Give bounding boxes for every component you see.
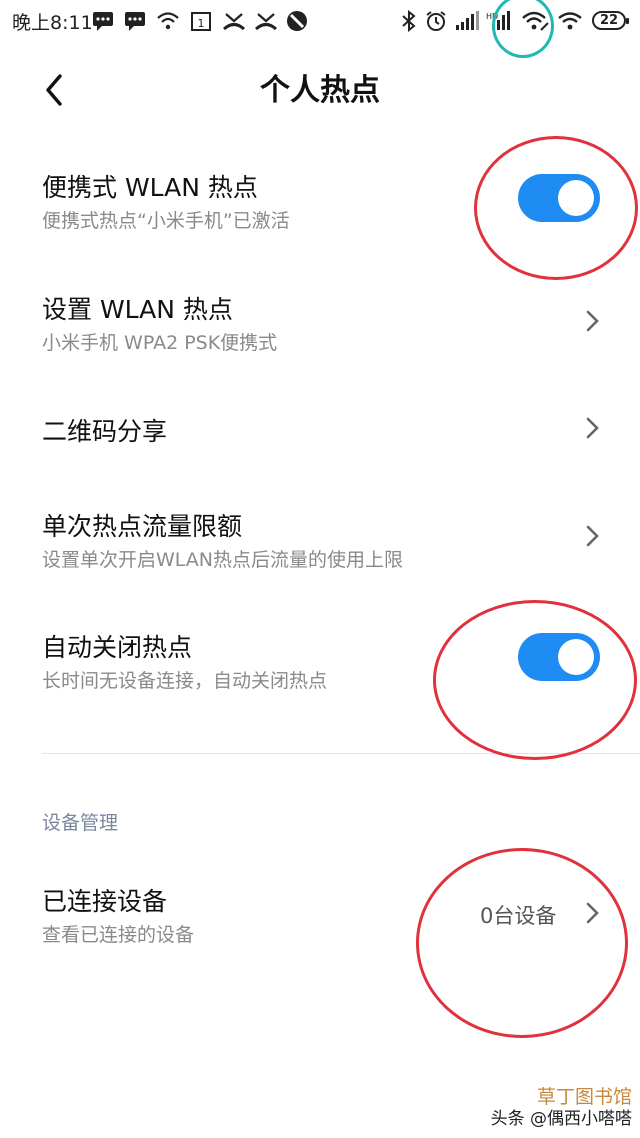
alarm-icon bbox=[426, 11, 446, 31]
section-header-device-management: 设备管理 bbox=[42, 812, 119, 834]
message-icon bbox=[93, 12, 113, 31]
toggle-knob bbox=[558, 639, 594, 675]
item-title: 自动关闭热点 bbox=[42, 633, 193, 662]
watermark-line-1: 草丁图书馆 bbox=[536, 1086, 632, 1108]
signal-icon: HD bbox=[486, 11, 510, 30]
item-title: 已连接设备 bbox=[42, 887, 168, 916]
page-title: 个人热点 bbox=[260, 73, 380, 108]
block-icon bbox=[287, 11, 307, 31]
item-subtitle: 便携式热点“小米手机”已激活 bbox=[42, 210, 290, 232]
missed-call-icon bbox=[254, 13, 278, 31]
list-item-configure-hotspot[interactable]: 设置 WLAN 热点 小米手机 WPA2 PSK便携式 bbox=[0, 280, 640, 360]
list-item-auto-off[interactable]: 自动关闭热点 长时间无设备连接，自动关闭热点 bbox=[0, 616, 640, 696]
status-time: 晚上8:11 bbox=[12, 12, 93, 34]
svg-text:1: 1 bbox=[198, 17, 205, 30]
item-subtitle: 长时间无设备连接，自动关闭热点 bbox=[42, 670, 328, 692]
chevron-right-icon bbox=[586, 525, 599, 547]
list-item-data-limit[interactable]: 单次热点流量限额 设置单次开启WLAN热点后流量的使用上限 bbox=[0, 495, 640, 575]
list-item-portable-hotspot[interactable]: 便携式 WLAN 热点 便携式热点“小米手机”已激活 bbox=[0, 158, 640, 238]
watermark-line-2: 头条 @偶西小嗒嗒 bbox=[490, 1109, 632, 1129]
calendar-icon: 1 bbox=[191, 12, 211, 31]
item-subtitle: 设置单次开启WLAN热点后流量的使用上限 bbox=[42, 549, 404, 571]
status-bar: 晚上8:11 1 HD 22 bbox=[0, 0, 640, 58]
item-title: 单次热点流量限额 bbox=[42, 512, 243, 541]
chevron-right-icon bbox=[586, 417, 599, 439]
wifi-icon bbox=[157, 12, 179, 30]
auto-off-toggle[interactable] bbox=[518, 633, 600, 681]
chevron-right-icon bbox=[586, 902, 599, 924]
toggle-knob bbox=[558, 180, 594, 216]
missed-call-icon bbox=[222, 13, 246, 31]
chevron-right-icon bbox=[586, 310, 599, 332]
item-title: 二维码分享 bbox=[42, 417, 168, 446]
item-subtitle: 查看已连接的设备 bbox=[42, 924, 195, 946]
portable-hotspot-toggle[interactable] bbox=[518, 174, 600, 222]
signal-icon bbox=[456, 11, 479, 30]
battery-icon: 22 bbox=[592, 11, 629, 30]
svg-text:HD: HD bbox=[486, 12, 498, 21]
connected-device-count: 0台设备 bbox=[480, 904, 557, 928]
hotspot-wifi-icon bbox=[522, 11, 549, 31]
item-title: 便携式 WLAN 热点 bbox=[42, 173, 258, 202]
watermark: 草丁图书馆 头条 @偶西小嗒嗒 bbox=[491, 1086, 632, 1130]
message-icon bbox=[125, 12, 145, 31]
list-item-connected-devices[interactable]: 已连接设备 查看已连接的设备 0台设备 bbox=[0, 870, 640, 950]
divider bbox=[42, 753, 640, 754]
list-item-qr-share[interactable]: 二维码分享 bbox=[0, 400, 640, 460]
item-title: 设置 WLAN 热点 bbox=[42, 295, 233, 324]
item-subtitle: 小米手机 WPA2 PSK便携式 bbox=[42, 332, 278, 354]
wifi-icon bbox=[558, 12, 582, 30]
bluetooth-icon bbox=[402, 10, 416, 32]
